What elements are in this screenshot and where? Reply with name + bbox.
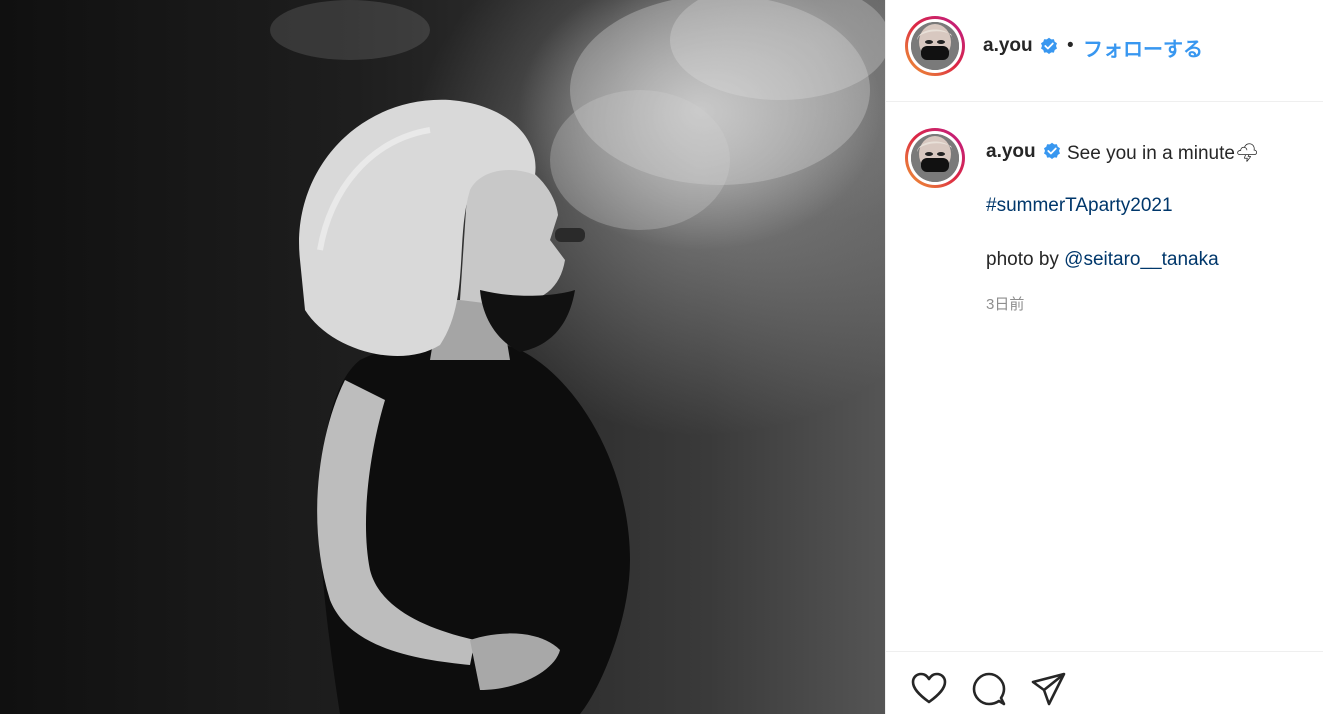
- photo-illustration: [270, 0, 885, 714]
- action-bar: [886, 651, 1323, 714]
- heart-icon[interactable]: [910, 670, 948, 708]
- verified-badge-icon: [1043, 142, 1061, 160]
- separator-dot: •: [1067, 35, 1074, 56]
- follow-button[interactable]: フォローする: [1083, 33, 1203, 62]
- comment-avatar[interactable]: [905, 128, 965, 188]
- credit-prefix: photo by: [986, 249, 1065, 270]
- avatar-image: [911, 134, 959, 182]
- comment-username[interactable]: a.you: [986, 141, 1036, 163]
- post-timestamp[interactable]: 3日前: [986, 293, 1024, 314]
- post-photo[interactable]: [0, 0, 885, 714]
- caption-text: See you in a minute🌩: [1067, 143, 1260, 164]
- mention-link[interactable]: @seitaro__tanaka: [1064, 249, 1219, 270]
- profile-avatar[interactable]: [905, 16, 965, 76]
- share-icon[interactable]: [1030, 670, 1068, 708]
- post-sidebar: a.you • フォローする a.you See you in a minute…: [885, 0, 1323, 714]
- hashtag-link[interactable]: #summerTAparty2021: [986, 195, 1173, 217]
- comment-icon[interactable]: [970, 670, 1008, 708]
- photo-credit: photo by @seitaro__tanaka: [986, 249, 1219, 271]
- avatar-image: [911, 22, 959, 70]
- verified-badge-icon: [1040, 37, 1058, 55]
- username[interactable]: a.you: [983, 35, 1033, 57]
- post-header: a.you • フォローする: [886, 0, 1323, 102]
